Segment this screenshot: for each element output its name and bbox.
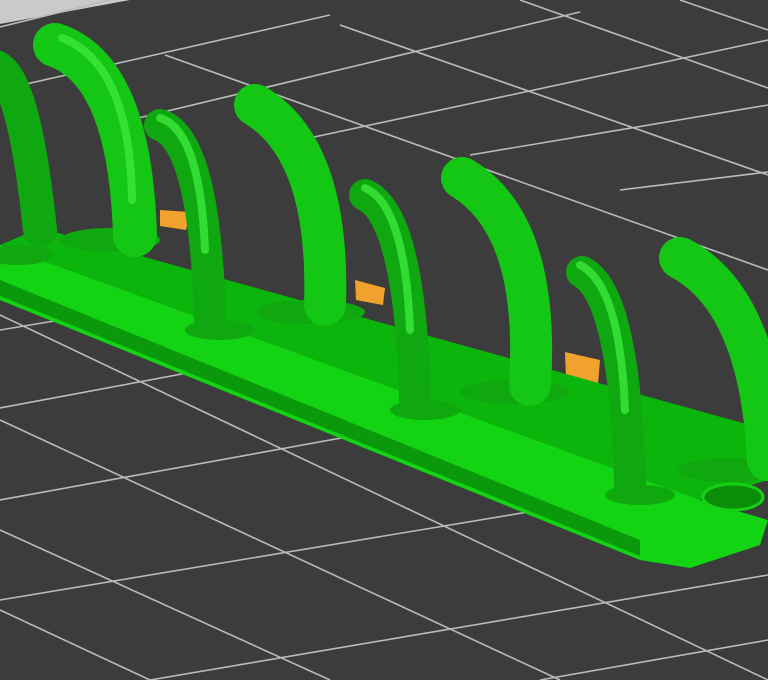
build-plate-scene[interactable] (0, 0, 768, 680)
hook-1[interactable] (0, 23, 160, 265)
mount-hole (701, 482, 765, 512)
3d-viewport[interactable] (0, 0, 768, 680)
viewport-top-edge (0, 0, 130, 24)
model-base-plate[interactable] (0, 228, 768, 568)
